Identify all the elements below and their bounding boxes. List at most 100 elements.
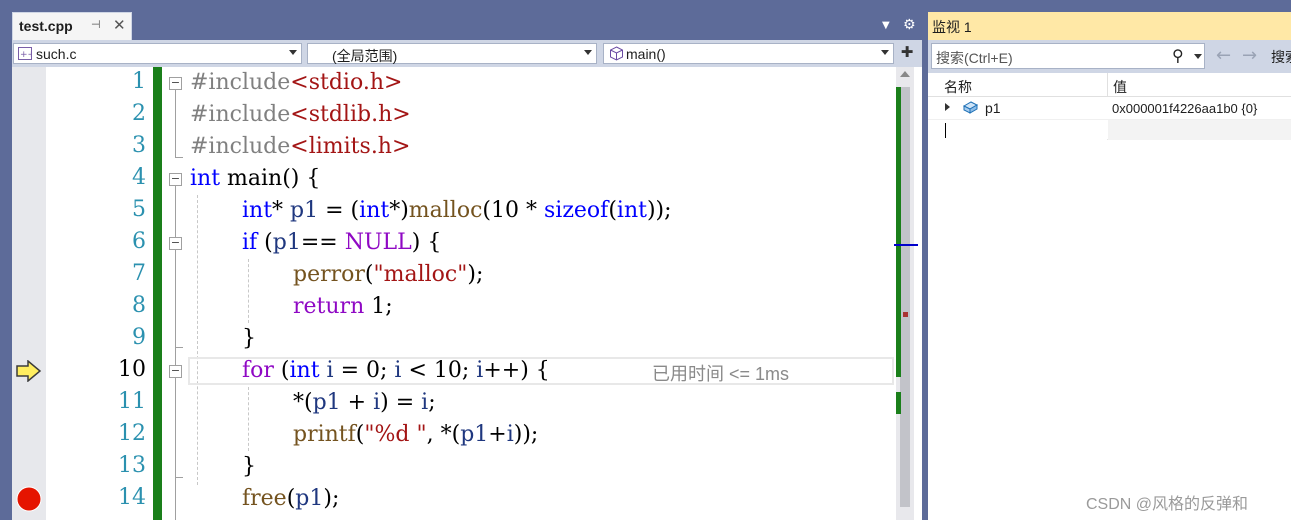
code-line-6[interactable]: if (p1== NULL) { <box>242 227 441 259</box>
indent-guide <box>197 195 198 485</box>
tab-label: test.cpp <box>19 18 73 34</box>
code-line-14[interactable]: free(p1); <box>242 483 339 515</box>
token: "malloc" <box>373 262 468 287</box>
perf-tip[interactable]: 已用时间 <= 1ms <box>652 360 789 386</box>
text-caret <box>945 123 946 138</box>
chevron-down-icon[interactable] <box>1194 54 1202 59</box>
gear-icon[interactable]: ⚙ <box>903 17 916 33</box>
caret-marker <box>894 244 918 246</box>
token: <stdio.h> <box>290 70 403 95</box>
code-line-4[interactable]: int main() { <box>190 163 320 195</box>
token: p1 <box>312 390 341 415</box>
vertical-scrollbar[interactable] <box>894 67 918 520</box>
token: int <box>242 198 273 223</box>
outline-line <box>175 90 176 158</box>
collapse-icon[interactable]: − <box>169 173 182 186</box>
change-marker <box>896 392 901 414</box>
watch-column-header: 名称 值 <box>928 73 1291 97</box>
token: i <box>506 422 514 447</box>
watch-new-value-cell <box>1108 120 1291 140</box>
token: 1; <box>364 294 393 319</box>
member-dropdown[interactable]: main() <box>603 43 894 64</box>
token: ++) { <box>483 358 550 383</box>
scroll-up-icon[interactable] <box>900 71 910 77</box>
token: *( <box>293 390 313 415</box>
watch-row-value: 0x000001f4226aa1b0 {0} <box>1112 101 1258 116</box>
indent-guide <box>248 259 249 323</box>
column-header-name[interactable]: 名称 <box>944 77 972 97</box>
code-editor[interactable]: 1 2 3 4 5 6 7 8 9 10 11 12 13 14 − − − −… <box>12 67 922 520</box>
token: ) { <box>411 230 442 255</box>
search-depth-label[interactable]: 搜索 <box>1271 47 1291 67</box>
token: ( <box>364 262 374 287</box>
watch-row[interactable]: p1 0x000001f4226aa1b0 {0} <box>928 97 1291 119</box>
change-tracking-bar <box>153 67 162 520</box>
line-number: 9 <box>132 325 146 350</box>
line-number: 3 <box>132 133 146 158</box>
watch-row-name: p1 <box>985 100 1001 116</box>
collapse-icon[interactable]: − <box>169 237 182 250</box>
code-line-12[interactable]: printf("%d ", *(p1+i)); <box>293 419 538 451</box>
code-line-10[interactable]: for (int i = 0; i < 10; i++) { <box>242 355 550 387</box>
tab-test-cpp[interactable]: test.cpp ⊣ ✕ <box>12 12 132 40</box>
token: malloc <box>408 198 483 223</box>
line-number: 1 <box>132 69 146 94</box>
code-line-7[interactable]: perror("malloc"); <box>293 259 483 291</box>
watch-new-row[interactable] <box>928 119 1291 140</box>
split-window-icon[interactable]: ✚ <box>896 43 918 64</box>
watch-toolbar: 搜索(Ctrl+E) ⚲ ← → 搜索 <box>928 40 1291 73</box>
line-number: 4 <box>132 165 146 190</box>
breakpoint-icon[interactable] <box>16 486 42 512</box>
token: #include <box>190 102 291 127</box>
glyph-margin[interactable] <box>12 67 46 520</box>
project-dropdown[interactable]: ++ such.c <box>13 43 302 64</box>
line-numbers: 1 2 3 4 5 6 7 8 9 10 11 12 13 14 <box>46 67 146 520</box>
code-line-11[interactable]: *(p1 + i) = i; <box>293 387 436 419</box>
code-line-3[interactable]: #include<limits.h> <box>190 131 410 163</box>
scrollbar-thumb[interactable] <box>900 87 910 507</box>
line-number: 2 <box>132 101 146 126</box>
token: ) = <box>380 390 422 415</box>
watch-panel: 监视 1 搜索(Ctrl+E) ⚲ ← → 搜索 名称 值 p1 0x00000… <box>928 12 1291 520</box>
chevron-down-icon <box>289 50 297 55</box>
scope-dropdown[interactable]: (全局范围) <box>307 43 597 64</box>
code-line-13[interactable]: } <box>242 451 256 483</box>
collapse-icon[interactable]: − <box>169 365 182 378</box>
token: perror <box>293 262 365 287</box>
code-line-5[interactable]: int* p1 = (int*)malloc(10 * sizeof(int))… <box>242 195 672 227</box>
code-line-9[interactable]: } <box>242 323 256 355</box>
watch-title-bar[interactable]: 监视 1 <box>928 12 1291 40</box>
token: main() { <box>220 166 321 191</box>
token: int <box>359 198 390 223</box>
token: } <box>242 326 256 351</box>
forward-arrow-icon[interactable]: → <box>1242 45 1257 66</box>
svg-text:++: ++ <box>20 50 32 60</box>
outline-line <box>175 347 183 348</box>
close-icon[interactable]: ✕ <box>113 16 126 34</box>
outline-line <box>175 477 183 478</box>
breakpoint-marker <box>903 312 908 317</box>
pin-icon[interactable]: ⊣ <box>91 18 101 31</box>
watch-search-input[interactable]: 搜索(Ctrl+E) ⚲ <box>931 43 1205 69</box>
token: if <box>242 230 258 255</box>
expand-arrow-icon[interactable] <box>945 103 950 111</box>
scope-dropdown-label: (全局范围) <box>332 48 398 64</box>
token: ); <box>323 486 340 511</box>
token: int <box>289 358 320 383</box>
column-divider[interactable] <box>1107 73 1108 97</box>
back-arrow-icon[interactable]: ← <box>1216 45 1231 66</box>
code-line-1[interactable]: #include<stdio.h> <box>190 67 402 99</box>
line-number: 5 <box>132 197 146 222</box>
token: NULL <box>344 230 412 255</box>
column-header-value[interactable]: 值 <box>1113 77 1127 97</box>
token: i <box>326 358 334 383</box>
variable-icon <box>962 101 979 114</box>
code-line-8[interactable]: return 1; <box>293 291 393 323</box>
tab-dropdown-icon[interactable]: ▼ <box>882 20 890 31</box>
watch-new-name-cell[interactable] <box>928 120 1107 140</box>
chevron-down-icon <box>584 50 592 55</box>
collapse-icon[interactable]: − <box>169 77 182 90</box>
watermark: CSDN @风格的反弹和 <box>1086 496 1249 513</box>
search-icon[interactable]: ⚲ <box>1172 46 1184 65</box>
code-line-2[interactable]: #include<stdlib.h> <box>190 99 411 131</box>
